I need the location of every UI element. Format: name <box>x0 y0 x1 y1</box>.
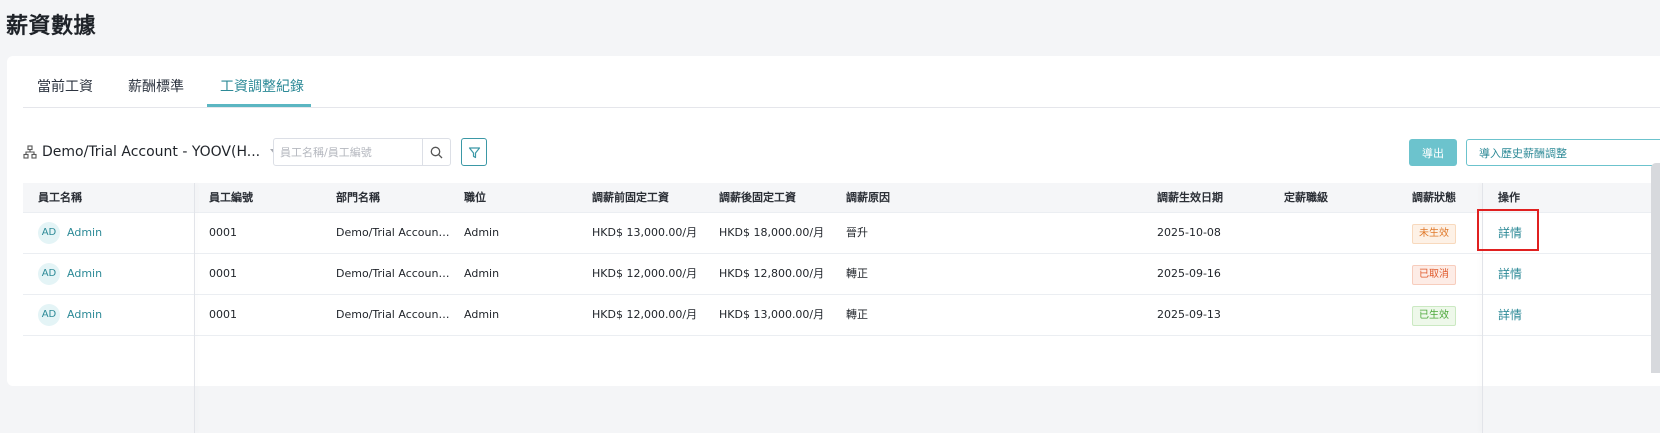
main-card: 當前工資 薪酬標準 工資調整紀錄 Demo/Trial Account - YO… <box>7 56 1660 433</box>
adjustment-reason: 轉正 <box>846 308 868 321</box>
search-field <box>273 138 451 166</box>
tab-bar: 當前工資 薪酬標準 工資調整紀錄 <box>23 56 1660 108</box>
fixed-column-divider <box>194 183 195 433</box>
effective-date: 2025-09-16 <box>1157 267 1221 280</box>
salary-before: HKD$ 12,000.00/月 <box>592 267 698 280</box>
header-action: 操作 <box>1498 191 1520 204</box>
salary-after: HKD$ 13,000.00/月 <box>719 308 825 321</box>
export-button[interactable]: 導出 <box>1409 139 1457 166</box>
header-effective-date: 調薪生效日期 <box>1157 191 1223 204</box>
header-position: 職位 <box>464 191 486 204</box>
detail-link[interactable]: 詳情 <box>1498 308 1522 322</box>
search-input[interactable] <box>274 139 422 165</box>
header-employee-id: 員工編號 <box>209 191 253 204</box>
status-badge: 已生效 <box>1412 306 1456 326</box>
department: Demo/Trial Accoun… <box>336 226 450 239</box>
salary-before: HKD$ 13,000.00/月 <box>592 226 698 239</box>
status-badge: 已取消 <box>1412 265 1456 285</box>
employee-name-link[interactable]: Admin <box>67 213 102 253</box>
avatar: AD <box>38 263 60 285</box>
search-button[interactable] <box>422 139 450 165</box>
header-reason: 調薪原因 <box>846 191 890 204</box>
org-select[interactable]: Demo/Trial Account - YOOV(H... <box>23 138 281 166</box>
search-icon <box>430 146 443 158</box>
header-department: 部門名稱 <box>336 191 380 204</box>
employee-id: 0001 <box>209 267 237 280</box>
employee-id: 0001 <box>209 226 237 239</box>
effective-date: 2025-09-13 <box>1157 308 1221 321</box>
table-row: AD Admin 0001 Demo/Trial Accoun… Admin H… <box>23 213 1660 254</box>
header-salary-after: 調薪後固定工資 <box>719 191 796 204</box>
position: Admin <box>464 308 500 321</box>
status-badge: 未生效 <box>1412 224 1456 244</box>
header-status: 調薪狀態 <box>1412 191 1456 204</box>
header-employee-name: 員工名稱 <box>38 191 82 204</box>
adjustment-reason: 晉升 <box>846 226 868 239</box>
table-header: 員工名稱 員工編號 部門名稱 職位 調薪前固定工資 調薪後固定工資 調薪原因 調… <box>23 183 1660 213</box>
filter-button[interactable] <box>461 138 487 166</box>
table-row: AD Admin 0001 Demo/Trial Accoun… Admin H… <box>23 254 1660 295</box>
department: Demo/Trial Accoun… <box>336 308 450 321</box>
employee-id: 0001 <box>209 308 237 321</box>
department: Demo/Trial Accoun… <box>336 267 450 280</box>
filter-icon <box>468 146 480 158</box>
tab-current-salary[interactable]: 當前工資 <box>37 56 93 108</box>
import-history-button[interactable]: 導入歷史薪酬調整 <box>1466 139 1660 166</box>
detail-link[interactable]: 詳情 <box>1498 267 1522 281</box>
position: Admin <box>464 226 500 239</box>
tab-salary-standard[interactable]: 薪酬標準 <box>128 56 184 108</box>
tab-salary-adjustment-records[interactable]: 工資調整紀錄 <box>220 56 304 108</box>
vertical-scrollbar[interactable] <box>1651 163 1660 373</box>
detail-link[interactable]: 詳情 <box>1498 226 1522 240</box>
employee-name-link[interactable]: Admin <box>67 295 102 335</box>
effective-date: 2025-10-08 <box>1157 226 1221 239</box>
org-select-value: Demo/Trial Account - YOOV(H... <box>42 144 261 160</box>
table-row: AD Admin 0001 Demo/Trial Accoun… Admin H… <box>23 295 1660 336</box>
org-tree-icon <box>23 144 37 160</box>
active-tab-indicator <box>207 104 311 107</box>
adjustment-reason: 轉正 <box>846 267 868 280</box>
avatar: AD <box>38 304 60 326</box>
position: Admin <box>464 267 500 280</box>
header-salary-before: 調薪前固定工資 <box>592 191 669 204</box>
header-salary-grade: 定薪職級 <box>1284 191 1328 204</box>
salary-before: HKD$ 12,000.00/月 <box>592 308 698 321</box>
salary-after: HKD$ 12,800.00/月 <box>719 267 825 280</box>
toolbar: Demo/Trial Account - YOOV(H... 導出 導入歷史薪酬… <box>7 136 1660 168</box>
employee-name-link[interactable]: Admin <box>67 254 102 294</box>
adjustment-records-table: 員工名稱 員工編號 部門名稱 職位 調薪前固定工資 調薪後固定工資 調薪原因 調… <box>23 183 1660 433</box>
page-title: 薪資數據 <box>6 14 97 39</box>
table-row-partial <box>23 336 1660 377</box>
avatar: AD <box>38 222 60 244</box>
salary-after: HKD$ 18,000.00/月 <box>719 226 825 239</box>
fixed-column-divider-right <box>1482 183 1483 433</box>
